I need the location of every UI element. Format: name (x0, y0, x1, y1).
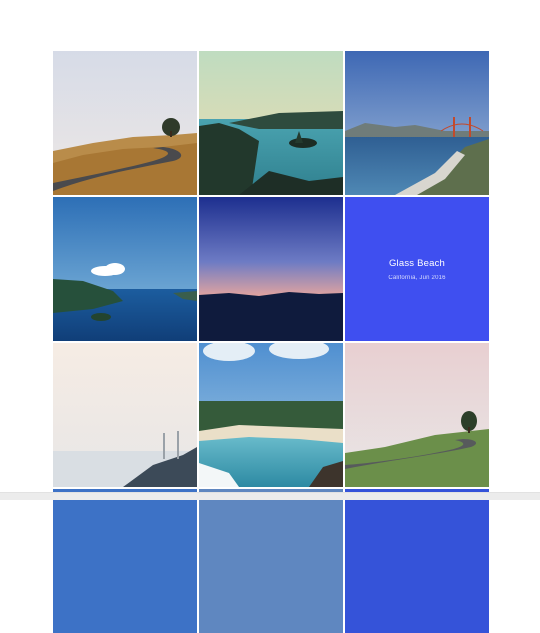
photo-subtitle: California, Jun 2016 (388, 274, 446, 281)
photo-info-overlay: Glass Beach California, Jun 2016 (345, 197, 489, 341)
photo-road-tree (345, 343, 489, 487)
photo-tile-golden-gate-coast[interactable] (345, 51, 489, 195)
photo-gallery-grid: Glass Beach California, Jun 2016 (53, 51, 489, 633)
photo-tile-sunset[interactable] (199, 197, 343, 341)
photo-tile-lake-island[interactable] (199, 51, 343, 195)
photo-tile-row4-3[interactable] (345, 489, 489, 633)
photo-foggy-bridge (53, 343, 197, 487)
photo-golden-gate-coast (345, 51, 489, 195)
photo-sunset (199, 197, 343, 341)
photo-tile-hillside-road[interactable] (53, 51, 197, 195)
photo-lake-island (199, 51, 343, 195)
photo-tile-row4-1[interactable] (53, 489, 197, 633)
photo-blue-bay (53, 197, 197, 341)
photo-tile-beach-cove[interactable] (199, 343, 343, 487)
photo-tile-foggy-bridge[interactable] (53, 343, 197, 487)
photo-tile-road-tree[interactable] (345, 343, 489, 487)
photo-beach-cove (199, 343, 343, 487)
photo-title: Glass Beach (388, 257, 446, 269)
photo-tile-row4-2[interactable] (199, 489, 343, 633)
photo-tile-glass-beach[interactable]: Glass Beach California, Jun 2016 (345, 197, 489, 341)
photo-hillside-road (53, 51, 197, 195)
photo-tile-blue-bay[interactable] (53, 197, 197, 341)
